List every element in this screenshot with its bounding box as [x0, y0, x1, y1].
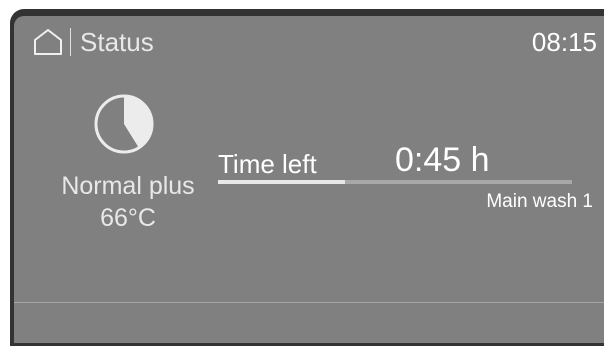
time-left-value: 0:45 h	[395, 141, 490, 179]
home-icon[interactable]	[33, 28, 63, 56]
status-header: Status 08:15	[14, 16, 604, 66]
page-title: Status	[80, 27, 154, 57]
appliance-display: Status 08:15 Normal plus 66°C Time left …	[0, 0, 604, 346]
pie-progress-icon	[94, 94, 154, 154]
program-temperature: 66°C	[100, 204, 156, 232]
program-phase: Main wash 1	[486, 191, 593, 212]
header-divider	[70, 28, 71, 56]
clock: 08:15	[531, 27, 597, 57]
progress-bar	[218, 180, 572, 184]
footer-divider	[14, 302, 604, 303]
time-left-label: Time left	[218, 149, 317, 179]
progress-bar-fill	[218, 180, 346, 184]
display-screen: Status 08:15 Normal plus 66°C Time left …	[14, 16, 604, 343]
program-name: Normal plus	[61, 172, 195, 200]
